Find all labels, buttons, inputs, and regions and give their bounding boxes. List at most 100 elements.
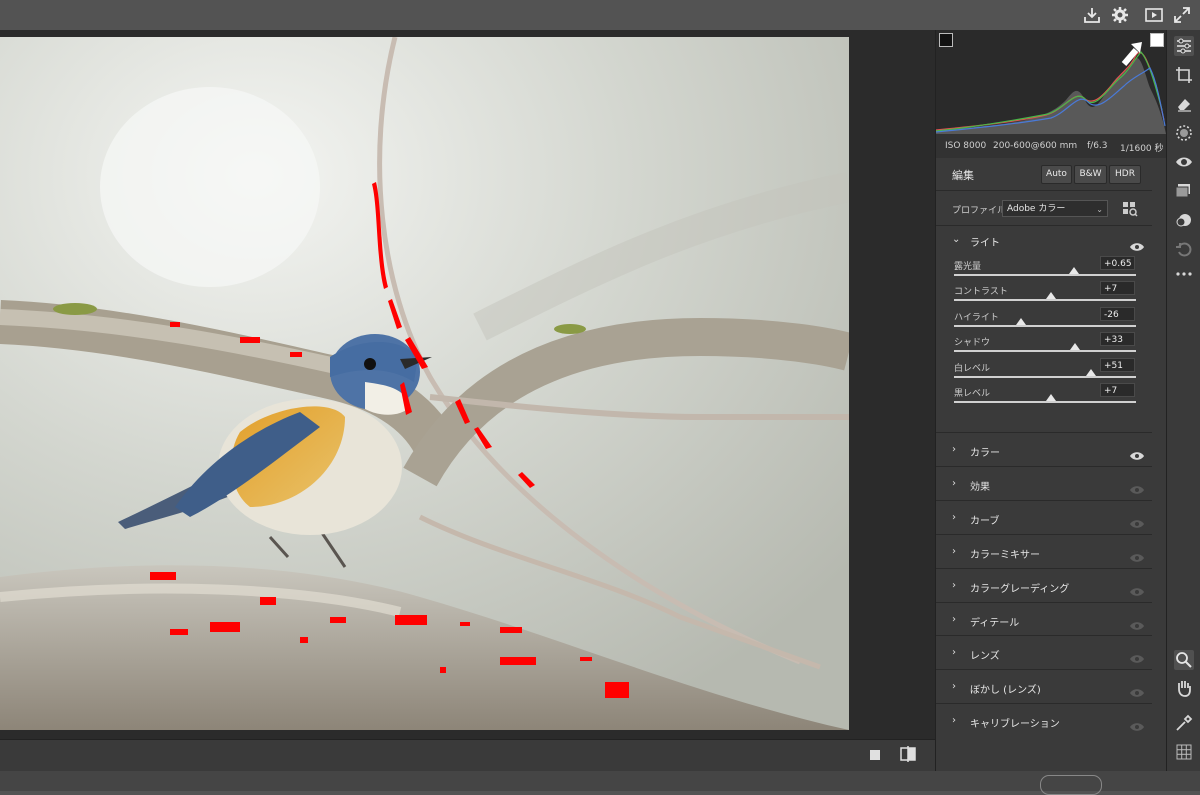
color-sampler-icon[interactable] — [1174, 713, 1194, 733]
gear-icon[interactable] — [1110, 5, 1130, 25]
edit-title: 編集 — [952, 169, 974, 182]
panel-section[interactable]: › キャリブレーション — [936, 703, 1152, 738]
light-section-header[interactable]: ⌄ ライト — [936, 226, 1152, 254]
slider-thumb[interactable] — [1069, 267, 1080, 274]
panel-section[interactable]: › レンズ — [936, 635, 1152, 670]
more-icon[interactable] — [1174, 264, 1194, 284]
slider-label: 白レベル — [954, 363, 991, 374]
hand-icon[interactable] — [1174, 678, 1194, 698]
slider-thumb[interactable] — [1070, 343, 1081, 351]
view-toolbar — [0, 739, 935, 771]
slider-label: 黒レベル — [954, 389, 991, 399]
eye-icon[interactable] — [1130, 717, 1144, 731]
section-label: 効果 — [970, 481, 990, 493]
zoom-icon[interactable] — [1174, 650, 1194, 670]
slider-thumb[interactable] — [1016, 317, 1027, 325]
snapshots-icon[interactable] — [1174, 210, 1194, 230]
panel-section[interactable]: › カーブ — [936, 499, 1152, 535]
light-label: ライト — [970, 238, 1000, 249]
profile-value: Adobe カラー — [1007, 204, 1066, 214]
eraser-icon[interactable] — [1174, 94, 1194, 114]
panel-section[interactable]: › 効果 — [936, 465, 1152, 501]
slider-track[interactable] — [954, 267, 1136, 276]
photo-preview[interactable] — [0, 37, 849, 730]
slider-track[interactable] — [954, 368, 1136, 378]
slider-value-input[interactable]: +0.65 — [1100, 256, 1135, 270]
edit-panel: ISO 8000 200-600@600 mm f/6.3 1/1600 秒 編… — [935, 30, 1166, 771]
panel-section[interactable]: › カラーミキサー — [936, 533, 1152, 569]
histogram — [935, 30, 1166, 134]
slider-value-input[interactable]: +33 — [1100, 332, 1135, 347]
slider-label: シャドウ — [954, 338, 991, 349]
presets-icon[interactable] — [1174, 181, 1194, 201]
slider-value-input[interactable]: +51 — [1100, 357, 1135, 372]
shadow-clipping-toggle[interactable] — [939, 33, 953, 47]
single-view-icon[interactable] — [866, 746, 886, 764]
chevron-down-icon: ⌄ — [1096, 205, 1103, 214]
slider-label: ハイライト — [954, 312, 999, 323]
section-label: レンズ — [970, 651, 1000, 663]
section-label: カラーミキサー — [970, 549, 1040, 561]
eye-icon[interactable] — [1130, 446, 1144, 460]
panel-section[interactable]: › カラー — [936, 432, 1152, 467]
auto-button[interactable]: Auto — [1041, 165, 1072, 184]
history-icon[interactable] — [1174, 239, 1194, 259]
chevron-right-icon: › — [952, 647, 956, 659]
slider-row: コントラスト +7 — [936, 281, 1152, 306]
slider-track[interactable] — [954, 317, 1136, 327]
slider-value-input[interactable]: +7 — [1100, 281, 1135, 296]
save-icon[interactable] — [1082, 5, 1102, 25]
bw-button[interactable]: B&W — [1074, 165, 1107, 184]
edit-sliders-icon[interactable] — [1174, 36, 1194, 56]
slider-row: 黒レベル +7 — [936, 383, 1152, 408]
highlight-clipping-toggle[interactable] — [1150, 33, 1164, 47]
profile-select[interactable]: Adobe カラー ⌄ — [1002, 200, 1108, 217]
eye-icon[interactable] — [1130, 582, 1144, 596]
expand-icon[interactable] — [1172, 5, 1192, 25]
section-label: カラーグレーディング — [970, 583, 1070, 595]
eye-icon[interactable] — [1130, 480, 1144, 494]
eye-icon[interactable] — [1130, 616, 1144, 630]
slider-thumb[interactable] — [1046, 394, 1057, 401]
hdr-button[interactable]: HDR — [1109, 165, 1141, 184]
eye-icon[interactable] — [1130, 683, 1144, 698]
slider-row: 露光量 +0.65 — [936, 256, 1152, 281]
section-label: ディテール — [970, 617, 1020, 629]
status-pill[interactable] — [1040, 775, 1102, 795]
profile-label: プロファイル — [952, 206, 1007, 216]
slider-label: コントラスト — [954, 287, 1008, 298]
slider-thumb[interactable] — [1046, 292, 1057, 300]
chevron-right-icon: › — [952, 715, 956, 727]
profile-browser-icon[interactable] — [1122, 201, 1138, 217]
crop-icon[interactable] — [1174, 65, 1194, 85]
section-label: キャリブレーション — [970, 719, 1060, 731]
masking-icon[interactable] — [1174, 123, 1194, 143]
panel-section[interactable]: › カラーグレーディング — [936, 567, 1152, 603]
grid-icon[interactable] — [1174, 742, 1194, 762]
edit-header: 編集 Auto B&W HDR — [936, 158, 1152, 191]
status-bar — [0, 771, 1200, 795]
fullscreen-preview-icon[interactable] — [1144, 5, 1164, 25]
section-label: ぼかし (レンズ) — [970, 685, 1041, 697]
eye-icon[interactable] — [1130, 649, 1144, 664]
panel-section[interactable]: › ディテール — [936, 601, 1152, 637]
profile-row: プロファイル Adobe カラー ⌄ — [936, 191, 1152, 226]
chevron-right-icon: › — [952, 613, 956, 625]
tool-strip — [1166, 30, 1200, 771]
eye-icon[interactable] — [1130, 237, 1144, 251]
slider-value-input[interactable]: +7 — [1100, 383, 1135, 397]
slider-value-input[interactable]: -26 — [1100, 306, 1135, 321]
slider-thumb[interactable] — [1086, 368, 1097, 376]
panel-section[interactable]: › ぼかし (レンズ) — [936, 669, 1152, 704]
before-after-icon[interactable] — [898, 746, 918, 764]
slider-row: ハイライト -26 — [936, 306, 1152, 332]
eye-icon[interactable] — [1130, 514, 1144, 528]
eye-icon[interactable] — [1130, 548, 1144, 562]
slider-track[interactable] — [954, 343, 1136, 353]
slider-track[interactable] — [954, 292, 1136, 302]
redeye-icon[interactable] — [1174, 152, 1194, 172]
slider-row: 白レベル +51 — [936, 357, 1152, 383]
slider-row: シャドウ +33 — [936, 332, 1152, 357]
slider-track[interactable] — [954, 394, 1136, 403]
chevron-right-icon: › — [952, 579, 956, 591]
